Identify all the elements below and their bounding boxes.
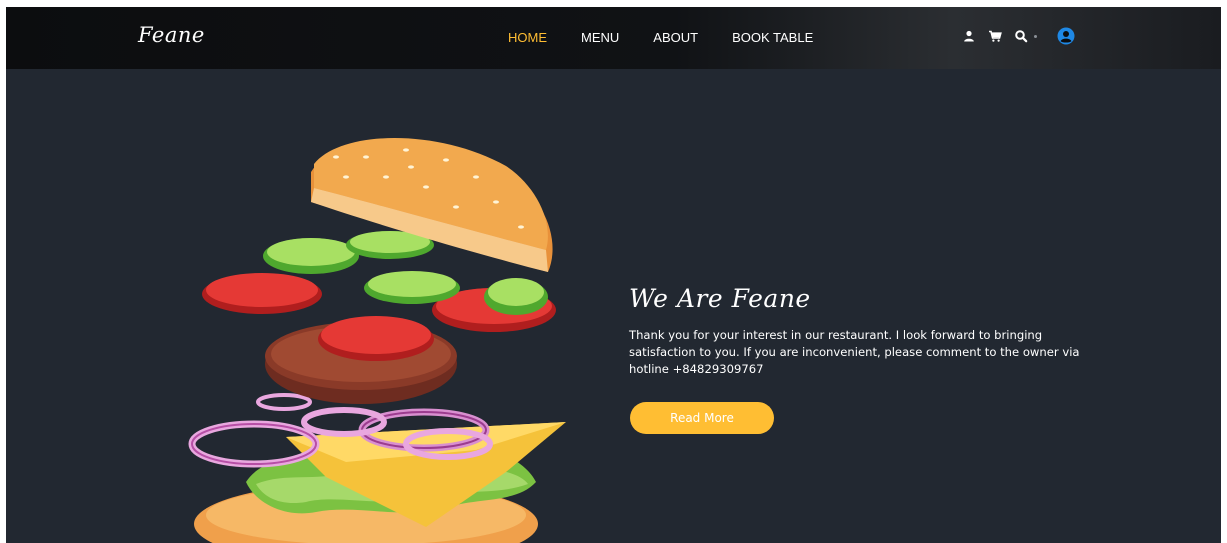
nav-icons	[962, 27, 1075, 45]
cart-icon[interactable]	[988, 29, 1002, 43]
main-nav: HOME MENU ABOUT BOOK TABLE	[508, 30, 813, 45]
separator-dot	[1034, 34, 1037, 38]
search-icon[interactable]	[1014, 29, 1028, 43]
nav-home[interactable]: HOME	[508, 30, 547, 45]
burger-illustration	[188, 138, 566, 543]
nav-book-table[interactable]: BOOK TABLE	[732, 30, 813, 45]
page-frame: Feane HOME MENU ABOUT BOOK TABLE We Are …	[6, 7, 1221, 543]
nav-about[interactable]: ABOUT	[653, 30, 698, 45]
nav-menu[interactable]: MENU	[581, 30, 619, 45]
read-more-button[interactable]: Read More	[630, 402, 774, 434]
site-logo[interactable]: Feane	[138, 23, 205, 47]
user-icon[interactable]	[962, 29, 976, 43]
hero-title: We Are Feane	[629, 284, 811, 313]
top-navbar: Feane HOME MENU ABOUT BOOK TABLE	[6, 7, 1221, 69]
hero-description: Thank you for your interest in our resta…	[629, 328, 1080, 376]
account-circle-icon[interactable]	[1057, 27, 1075, 45]
